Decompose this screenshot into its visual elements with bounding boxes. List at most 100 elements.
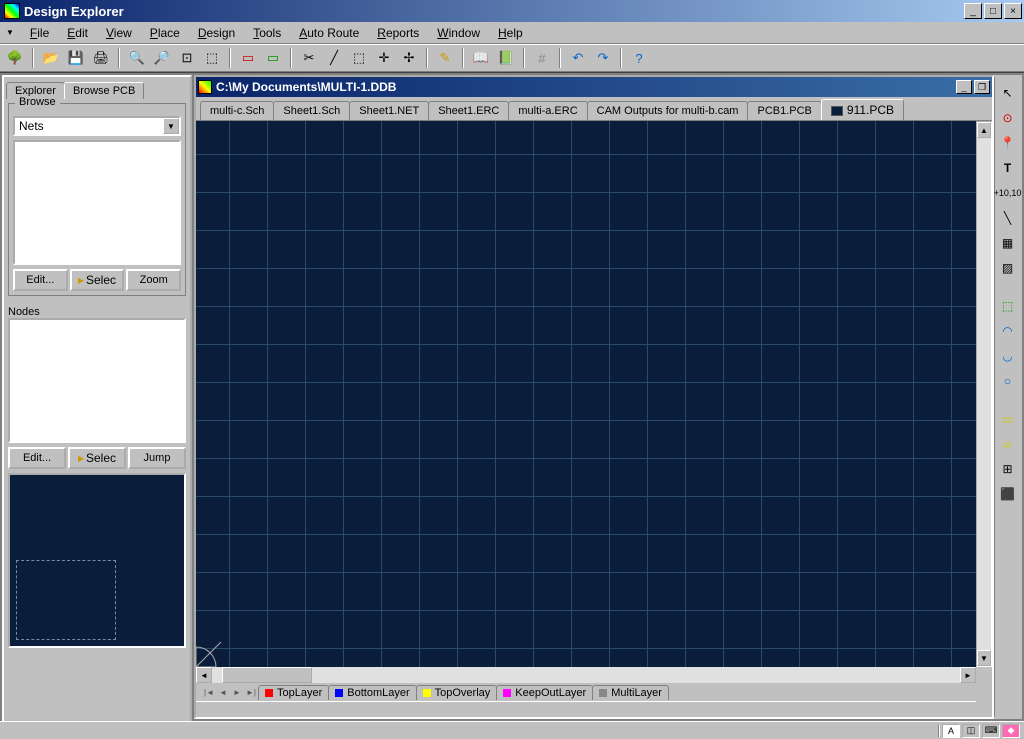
menu-window[interactable]: Window xyxy=(429,24,488,42)
tool-zoom-in-icon[interactable]: 🔍 xyxy=(126,47,148,69)
rtool-line-icon[interactable]: ╲ xyxy=(998,208,1018,228)
rtool-dimension-icon[interactable]: +10,10 xyxy=(998,183,1018,203)
tool-zoom-area-icon[interactable]: ⬚ xyxy=(201,47,223,69)
rtool-hatch-icon[interactable]: ▦ xyxy=(998,233,1018,253)
right-toolbox: ↖ ⊙ 📍 T +10,10 ╲ ▦ ▨ ⬚ ◠ ◡ ○ ▭ ▱ ⊞ ⬛ xyxy=(994,77,1020,717)
menu-reports[interactable]: Reports xyxy=(369,24,427,42)
canvas-area[interactable] xyxy=(196,121,976,667)
tab-pcb1-pcb[interactable]: PCB1.PCB xyxy=(747,101,821,120)
vertical-scrollbar[interactable]: ▲ ▼ xyxy=(976,121,992,667)
edit-button[interactable]: Edit... xyxy=(13,269,68,291)
horizontal-scrollbar[interactable]: ◄ ► xyxy=(196,667,976,683)
layer-keepout[interactable]: KeepOutLayer xyxy=(496,685,593,700)
layer-nav-last-icon[interactable]: ►| xyxy=(244,688,258,697)
status-mode-a[interactable]: A xyxy=(942,724,960,738)
tool-move-icon[interactable]: ✢ xyxy=(398,47,420,69)
tool-save-icon[interactable]: 💾 xyxy=(65,47,87,69)
layer-nav-next-icon[interactable]: ► xyxy=(230,688,244,697)
rtool-arc2-icon[interactable]: ◡ xyxy=(998,346,1018,366)
menu-autoroute[interactable]: Auto Route xyxy=(291,24,367,42)
tab-sheet1-erc[interactable]: Sheet1.ERC xyxy=(428,101,509,120)
menu-view[interactable]: View xyxy=(98,24,140,42)
rtool-text-icon[interactable]: T xyxy=(998,158,1018,178)
hscroll-track[interactable] xyxy=(212,667,960,683)
tab-multi-a-erc[interactable]: multi-a.ERC xyxy=(508,101,587,120)
close-button[interactable]: × xyxy=(1004,3,1022,19)
layer-nav-prev-icon[interactable]: ◄ xyxy=(216,688,230,697)
menu-file[interactable]: File xyxy=(22,24,57,42)
tool-line-icon[interactable]: ╱ xyxy=(323,47,345,69)
tool-book2-icon[interactable]: 📗 xyxy=(495,47,517,69)
rtool-array-icon[interactable]: ⊞ xyxy=(998,459,1018,479)
tool-rect-icon[interactable]: ⬚ xyxy=(348,47,370,69)
tool-zoom-fit-icon[interactable]: ⊡ xyxy=(176,47,198,69)
rtool-cursor-icon[interactable]: ↖ xyxy=(998,83,1018,103)
dropdown-arrow-icon[interactable]: ▼ xyxy=(163,118,179,134)
doc-restore-button[interactable]: ❐ xyxy=(974,80,990,94)
browse-listbox[interactable] xyxy=(13,140,181,265)
minimap-viewport xyxy=(16,560,116,640)
rtool-arc1-icon[interactable]: ◠ xyxy=(998,321,1018,341)
status-btn-2[interactable]: ◫ xyxy=(962,724,980,738)
rtool-fill-icon[interactable]: ▨ xyxy=(998,258,1018,278)
rtool-poly-icon[interactable]: ▱ xyxy=(998,434,1018,454)
layer-topoverlay[interactable]: TopOverlay xyxy=(416,685,498,700)
layer-nav-first-icon[interactable]: |◄ xyxy=(202,688,216,697)
nodes-listbox[interactable] xyxy=(8,318,186,443)
tool-print-icon[interactable]: 🖨 xyxy=(90,47,112,69)
menu-design[interactable]: Design xyxy=(190,24,243,42)
layer-bottom[interactable]: BottomLayer xyxy=(328,685,416,700)
tool-book1-icon[interactable]: 📖 xyxy=(470,47,492,69)
scroll-up-icon[interactable]: ▲ xyxy=(977,122,991,138)
menu-edit[interactable]: Edit xyxy=(59,24,96,42)
scroll-right-icon[interactable]: ► xyxy=(960,667,976,683)
status-btn-eraser[interactable]: ◆ xyxy=(1002,724,1020,738)
rtool-component-icon[interactable]: ⬛ xyxy=(998,484,1018,504)
tab-cam-outputs[interactable]: CAM Outputs for multi-b.cam xyxy=(587,101,749,120)
maximize-button[interactable]: □ xyxy=(984,3,1002,19)
menu-dropdown-icon[interactable]: ▼ xyxy=(6,28,14,37)
edit2-button[interactable]: Edit... xyxy=(8,447,66,469)
rtool-rect-icon[interactable]: ▭ xyxy=(998,409,1018,429)
menu-place[interactable]: Place xyxy=(142,24,188,42)
tab-multi-c-sch[interactable]: multi-c.Sch xyxy=(200,101,274,120)
select-button[interactable]: ▸Selec xyxy=(70,269,125,291)
rtool-pin-icon[interactable]: 📍 xyxy=(998,133,1018,153)
vscroll-track[interactable] xyxy=(977,138,991,650)
rtool-circle-icon[interactable]: ○ xyxy=(998,371,1018,391)
tool-crosshair-icon[interactable]: ✛ xyxy=(373,47,395,69)
scroll-left-icon[interactable]: ◄ xyxy=(196,667,212,683)
tool-select-icon[interactable]: ▭ xyxy=(237,47,259,69)
zoom-button[interactable]: Zoom xyxy=(126,269,181,291)
hscroll-thumb[interactable] xyxy=(222,667,312,683)
tab-browse-pcb[interactable]: Browse PCB xyxy=(64,82,144,99)
tool-help-icon[interactable]: ? xyxy=(628,47,650,69)
tab-sheet1-net[interactable]: Sheet1.NET xyxy=(349,101,429,120)
tool-grid-icon[interactable]: # xyxy=(531,47,553,69)
tool-deselect-icon[interactable]: ▭ xyxy=(262,47,284,69)
status-btn-3[interactable]: ⌨ xyxy=(982,724,1000,738)
minimap[interactable] xyxy=(8,473,186,648)
tab-911-pcb[interactable]: 911.PCB xyxy=(821,99,904,120)
menu-help[interactable]: Help xyxy=(490,24,531,42)
tool-zoom-out-icon[interactable]: 🔎 xyxy=(151,47,173,69)
scroll-down-icon[interactable]: ▼ xyxy=(977,650,991,666)
tool-open-icon[interactable]: 📂 xyxy=(40,47,62,69)
minimize-button[interactable]: _ xyxy=(964,3,982,19)
main-area: Explorer Browse PCB Browse Nets ▼ Edit..… xyxy=(0,72,1024,721)
tool-redo-icon[interactable]: ↷ xyxy=(592,47,614,69)
tool-undo-icon[interactable]: ↶ xyxy=(567,47,589,69)
rtool-route-icon[interactable]: ⬚ xyxy=(998,296,1018,316)
doc-minimize-button[interactable]: _ xyxy=(956,80,972,94)
tool-cut-icon[interactable]: ✂ xyxy=(298,47,320,69)
layer-multi[interactable]: MultiLayer xyxy=(592,685,669,700)
tool-highlight-icon[interactable]: ✎ xyxy=(434,47,456,69)
jump-button[interactable]: Jump xyxy=(128,447,186,469)
tab-sheet1-sch[interactable]: Sheet1.Sch xyxy=(273,101,350,120)
tool-tree-icon[interactable]: 🌳 xyxy=(4,47,26,69)
nets-select[interactable]: Nets ▼ xyxy=(13,116,181,136)
layer-top[interactable]: TopLayer xyxy=(258,685,329,700)
select2-button[interactable]: ▸Selec xyxy=(68,447,126,469)
menu-tools[interactable]: Tools xyxy=(245,24,289,42)
rtool-target-icon[interactable]: ⊙ xyxy=(998,108,1018,128)
